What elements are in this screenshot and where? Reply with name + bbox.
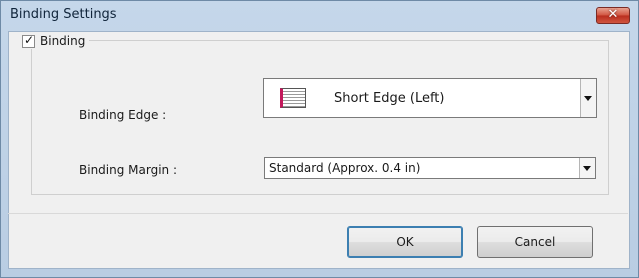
binding-checkbox[interactable]: ✓ xyxy=(22,32,35,48)
binding-checkbox-label[interactable]: Binding xyxy=(40,34,85,48)
binding-margin-dropdown-button[interactable] xyxy=(579,158,595,178)
chevron-down-icon xyxy=(584,96,592,101)
checkmark-icon: ✓ xyxy=(24,32,35,47)
title-bar[interactable]: Binding Settings ✕ xyxy=(1,1,638,28)
footer-separator xyxy=(8,213,628,214)
binding-margin-value: Standard (Approx. 0.4 in) xyxy=(269,161,421,175)
binding-edge-dropdown-button[interactable] xyxy=(580,79,596,117)
binding-edge-dropdown[interactable]: Short Edge (Left) xyxy=(263,78,597,118)
close-icon: ✕ xyxy=(607,7,619,22)
binding-edge-value: Short Edge (Left) xyxy=(334,91,445,106)
chevron-down-icon xyxy=(583,166,591,171)
book-binding-icon xyxy=(280,88,306,108)
dialog-title: Binding Settings xyxy=(10,7,117,22)
binding-edge-label: Binding Edge : xyxy=(79,108,167,122)
binding-margin-dropdown[interactable]: Standard (Approx. 0.4 in) xyxy=(264,157,596,179)
binding-margin-label: Binding Margin : xyxy=(79,163,178,177)
cancel-button[interactable]: Cancel xyxy=(477,226,593,258)
ok-button[interactable]: OK xyxy=(347,226,463,258)
binding-group-header[interactable]: ✓ Binding xyxy=(20,32,90,49)
close-button[interactable]: ✕ xyxy=(596,7,630,24)
